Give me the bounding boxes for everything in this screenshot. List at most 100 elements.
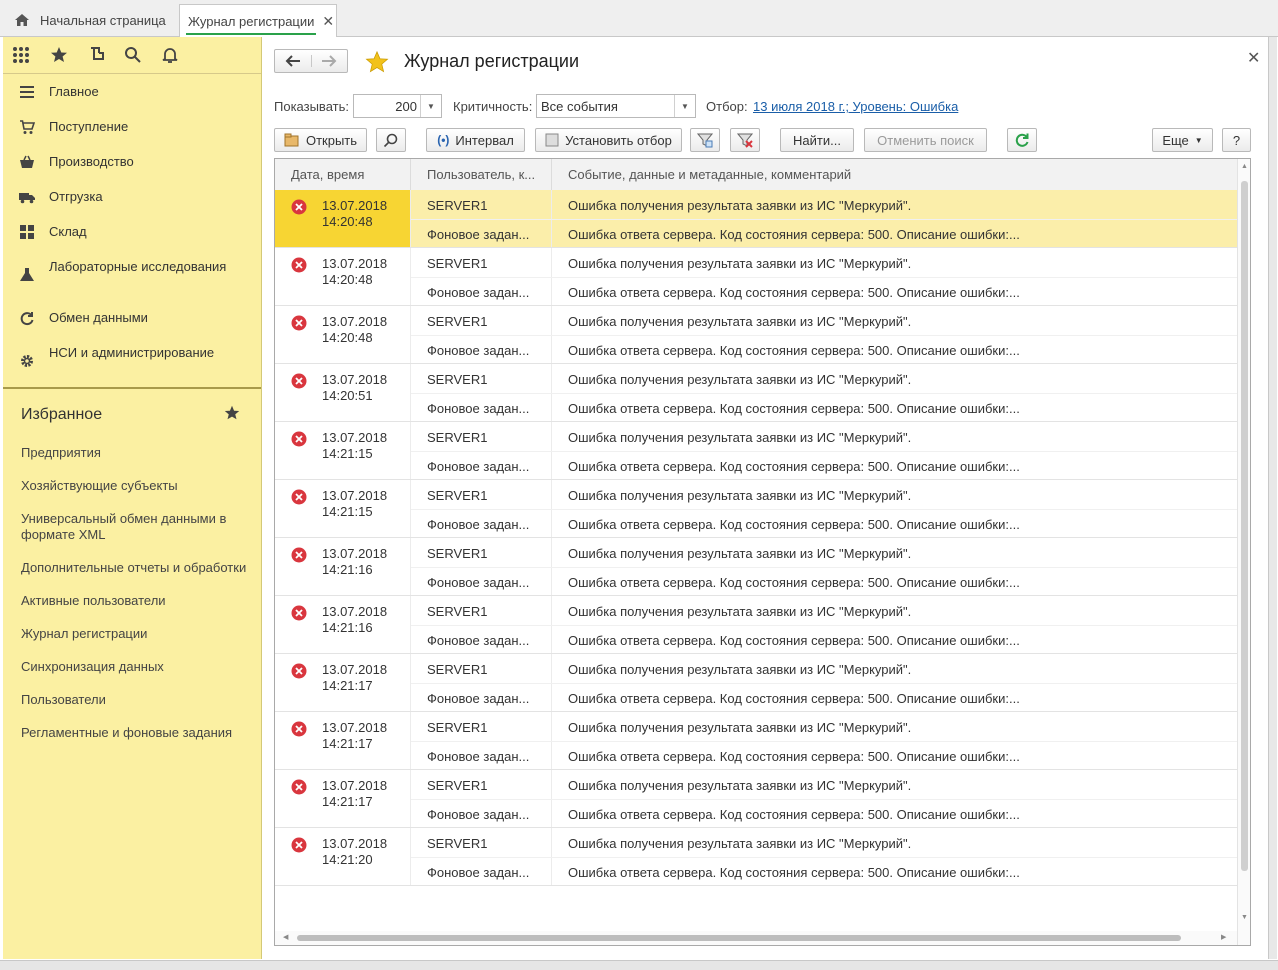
search-details-button[interactable] [376, 128, 406, 152]
row-inner-divider [411, 741, 1237, 742]
filter-by-value-button[interactable] [690, 128, 720, 152]
table-row[interactable]: 13.07.2018 14:20:51 SERVER1 Фоновое задан..… [275, 364, 1237, 422]
date-time: 13.07.2018 14:20:48 [322, 314, 387, 346]
column-header-event[interactable]: Событие, данные и метаданные, комментари… [552, 159, 1237, 190]
search-icon[interactable] [123, 45, 143, 65]
favorite-item[interactable]: Журнал регистрации [21, 626, 251, 642]
chevron-down-icon[interactable]: ▼ [420, 95, 441, 117]
user-cell: SERVER1 [427, 372, 488, 387]
event-cell: Ошибка получения результата заявки из ИС… [568, 604, 912, 619]
criticality-select[interactable]: Все события ▼ [536, 94, 696, 118]
session-cell: Фоновое задан... [427, 459, 530, 474]
user-cell: SERVER1 [427, 256, 488, 271]
row-inner-divider [411, 335, 1237, 336]
table-row[interactable]: 13.07.2018 14:21:15 SERVER1 Фоновое задан..… [275, 480, 1237, 538]
favorite-star-icon[interactable] [365, 50, 389, 77]
date-cell: 13.07.2018 14:21:17 [275, 712, 411, 769]
star-icon[interactable] [49, 45, 69, 65]
scroll-left-icon[interactable]: ◀ [283, 933, 288, 941]
date-time: 13.07.2018 14:21:15 [322, 430, 387, 462]
table-row[interactable]: 13.07.2018 14:21:15 SERVER1 Фоновое задан..… [275, 422, 1237, 480]
table-row[interactable]: 13.07.2018 14:21:20 SERVER1 Фоновое задан..… [275, 828, 1237, 886]
show-count-field[interactable]: 200 ▼ [353, 94, 442, 118]
set-filter-button[interactable]: Установить отбор [535, 128, 682, 152]
find-button[interactable]: Найти... [780, 128, 854, 152]
date-cell: 13.07.2018 14:20:48 [275, 190, 411, 247]
favorite-item[interactable]: Универсальный обмен данными в формате XM… [21, 511, 251, 543]
flask-icon [19, 267, 35, 283]
vertical-scrollbar[interactable]: ▲ ▼ [1237, 159, 1250, 945]
tab-home[interactable]: Начальная страница [8, 5, 176, 35]
help-button[interactable]: ? [1222, 128, 1251, 152]
error-icon [291, 431, 307, 447]
row-inner-divider [411, 625, 1237, 626]
favorite-item[interactable]: Пользователи [21, 692, 251, 708]
cancel-search-button[interactable]: Отменить поиск [864, 128, 987, 152]
error-icon [291, 489, 307, 505]
form-close-icon[interactable]: ✕ [1247, 48, 1260, 68]
favorites-title: Избранное [21, 406, 103, 423]
forward-arrow-icon[interactable] [312, 55, 348, 67]
date-cell: 13.07.2018 14:20:48 [275, 248, 411, 305]
clear-filter-button[interactable] [730, 128, 760, 152]
table-row[interactable]: 13.07.2018 14:21:17 SERVER1 Фоновое задан..… [275, 712, 1237, 770]
filter-label: Отбор: [706, 99, 748, 114]
row-inner-divider [411, 799, 1237, 800]
horizontal-scroll-thumb[interactable] [297, 935, 1181, 941]
session-cell: Фоновое задан... [427, 865, 530, 880]
event-cell: Ошибка получения результата заявки из ИС… [568, 662, 912, 677]
favorites-star-icon[interactable] [223, 404, 241, 425]
vertical-scroll-thumb[interactable] [1241, 181, 1248, 871]
date-text: 13.07.2018 [322, 546, 388, 561]
interval-button[interactable]: (•) Интервал [426, 128, 525, 152]
table-row[interactable]: 13.07.2018 14:21:16 SERVER1 Фоновое задан..… [275, 596, 1237, 654]
scroll-down-icon[interactable]: ▼ [1241, 914, 1248, 921]
date-cell: 13.07.2018 14:21:16 [275, 596, 411, 653]
error-icon [291, 373, 307, 389]
date-time: 13.07.2018 14:20:48 [322, 198, 387, 230]
scroll-up-icon[interactable]: ▲ [1241, 163, 1248, 170]
close-icon[interactable]: ✕ [322, 13, 334, 30]
table-row[interactable]: 13.07.2018 14:20:48 SERVER1 Фоновое задан..… [275, 248, 1237, 306]
criticality-value: Все события [541, 99, 618, 114]
horizontal-scrollbar[interactable]: ◀ ▶ [275, 931, 1237, 945]
favorite-item[interactable]: Хозяйствующие субъекты [21, 478, 251, 494]
cancel-search-button-label: Отменить поиск [877, 132, 974, 148]
scroll-right-icon[interactable]: ▶ [1221, 933, 1226, 941]
favorite-item[interactable]: Регламентные и фоновые задания [21, 725, 251, 741]
table-row[interactable]: 13.07.2018 14:20:48 SERVER1 Фоновое задан..… [275, 190, 1237, 248]
date-time: 13.07.2018 14:20:48 [322, 256, 387, 288]
column-header-user[interactable]: Пользователь, к... [411, 159, 552, 190]
tab-journal[interactable]: Журнал регистрации ✕ [179, 4, 337, 37]
more-button[interactable]: Еще ▼ [1152, 128, 1213, 152]
funnel-icon [697, 132, 713, 148]
bell-icon[interactable] [160, 45, 180, 65]
back-arrow-icon[interactable] [275, 55, 312, 67]
event-cell: Ошибка получения результата заявки из ИС… [568, 546, 912, 561]
favorite-item[interactable]: Активные пользователи [21, 593, 251, 609]
table-row[interactable]: 13.07.2018 14:21:17 SERVER1 Фоновое задан..… [275, 654, 1237, 712]
refresh-button[interactable] [1007, 128, 1037, 152]
favorite-item[interactable]: Синхронизация данных [21, 659, 251, 675]
apps-grid-icon[interactable] [11, 45, 31, 65]
help-button-label: ? [1232, 132, 1241, 148]
tab-journal-label: Журнал регистрации [188, 13, 315, 29]
table-row[interactable]: 13.07.2018 14:21:16 SERVER1 Фоновое задан..… [275, 538, 1237, 596]
date-cell: 13.07.2018 14:21:20 [275, 828, 411, 885]
favorite-item[interactable]: Дополнительные отчеты и обработки [21, 560, 251, 576]
history-icon[interactable] [87, 45, 107, 65]
open-button[interactable]: Открыть [274, 128, 367, 152]
event-cell: Ошибка получения результата заявки из ИС… [568, 720, 912, 735]
event-cell: Ошибка получения результата заявки из ИС… [568, 372, 912, 387]
row-inner-divider [411, 277, 1237, 278]
filter-link[interactable]: 13 июля 2018 г.; Уровень: Ошибка [753, 99, 958, 114]
user-cell: SERVER1 [427, 836, 488, 851]
table-row[interactable]: 13.07.2018 14:20:48 SERVER1 Фоновое задан..… [275, 306, 1237, 364]
find-button-label: Найти... [793, 132, 841, 148]
table-row[interactable]: 13.07.2018 14:21:17 SERVER1 Фоновое задан..… [275, 770, 1237, 828]
open-icon [284, 133, 300, 147]
chevron-down-icon[interactable]: ▼ [674, 95, 695, 117]
session-cell: Фоновое задан... [427, 343, 530, 358]
column-header-date[interactable]: Дата, время [275, 159, 411, 190]
favorite-item[interactable]: Предприятия [21, 445, 251, 461]
